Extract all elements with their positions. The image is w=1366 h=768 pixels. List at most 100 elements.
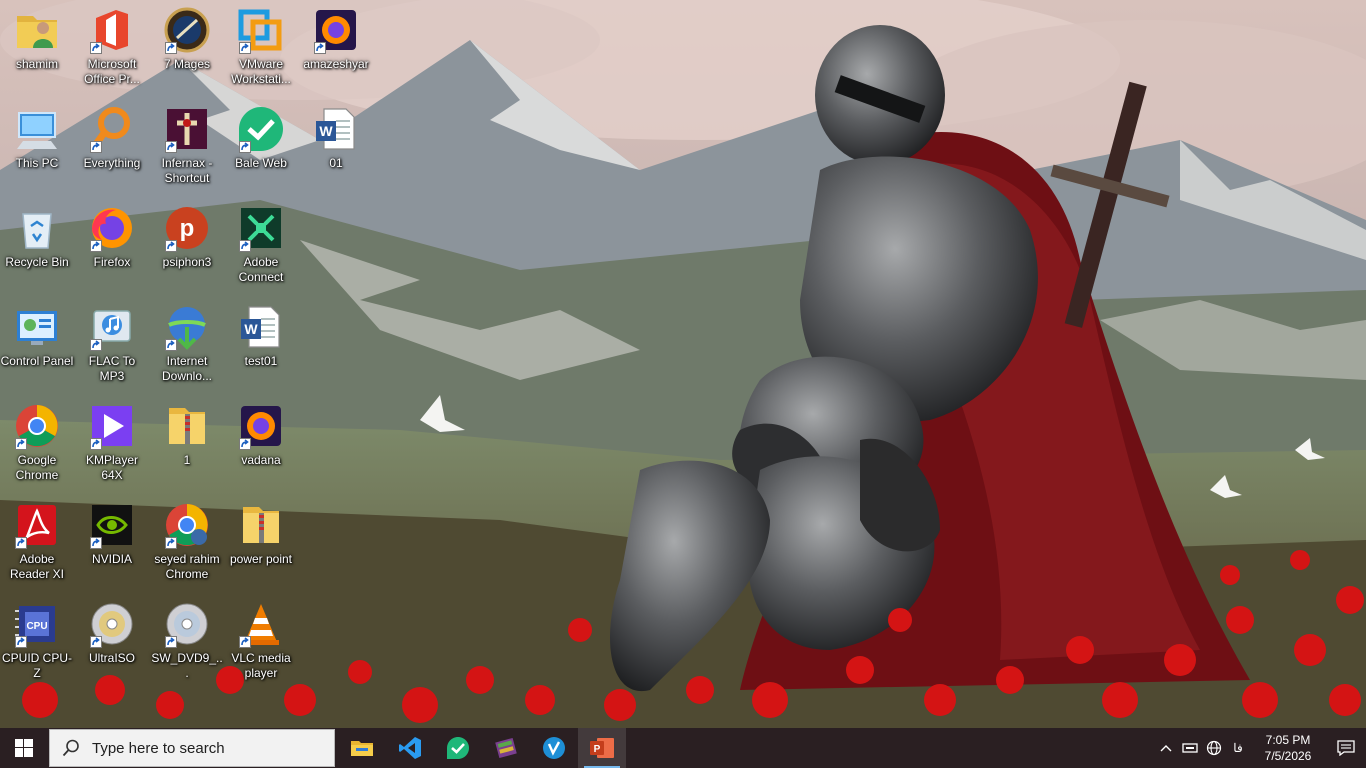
desktop-icon-label: VMware Workstati... xyxy=(231,57,291,86)
desktop-icon-label: Recycle Bin xyxy=(5,255,69,269)
taskbar-file-explorer[interactable] xyxy=(338,728,386,768)
desktop-icon-kmplayer-64x[interactable]: KMPlayer 64X xyxy=(75,396,149,492)
desktop-icon-1[interactable]: 1 xyxy=(150,396,224,492)
desktop: shamim This PC Recycle Bin Control Panel Goo… xyxy=(0,0,1366,728)
desktop-icon-seyed-rahim-chrome[interactable]: seyed rahim Chrome xyxy=(150,495,224,591)
desktop-icon-test01[interactable]: Wtest01 xyxy=(224,297,298,393)
chevron-up-icon xyxy=(1160,745,1172,752)
taskbar-v-app[interactable] xyxy=(530,728,578,768)
idm-icon xyxy=(163,303,211,351)
shortcut-arrow-icon xyxy=(239,240,251,252)
taskbar: Type here to search P فا 7:05 PM 7/5/202… xyxy=(0,728,1366,768)
show-hidden-icons-button[interactable] xyxy=(1154,728,1178,768)
desktop-icon-vmware-workstati[interactable]: VMware Workstati... xyxy=(224,0,298,96)
desktop-icon-label: 1 xyxy=(183,453,191,467)
desktop-icon-adobe-connect[interactable]: Adobe Connect xyxy=(224,198,298,294)
windows-logo-icon xyxy=(15,739,33,757)
search-icon xyxy=(62,739,79,757)
desktop-icon-label: Internet Downlo... xyxy=(161,354,213,383)
desktop-icon-sw-dvd9[interactable]: SW_DVD9_... xyxy=(150,594,224,690)
user-folder-icon xyxy=(13,6,61,54)
firefox-icon xyxy=(88,204,136,252)
disc-icon xyxy=(88,600,136,648)
desktop-icon-internet-downlo[interactable]: Internet Downlo... xyxy=(150,297,224,393)
shortcut-arrow-icon xyxy=(165,636,177,648)
game-7-mages-icon xyxy=(163,6,211,54)
taskbar-vscode[interactable] xyxy=(386,728,434,768)
infernax-icon xyxy=(163,105,211,153)
desktop-icon-shamim[interactable]: shamim xyxy=(0,0,74,96)
shortcut-arrow-icon xyxy=(90,240,102,252)
desktop-icon-label: 7 Mages xyxy=(163,57,211,71)
desktop-icon-cpuid-cpu-z[interactable]: CPU CPUID CPU-Z xyxy=(0,594,74,690)
desktop-icon-flac-to-mp3[interactable]: FLAC To MP3 xyxy=(75,297,149,393)
desktop-icon-control-panel[interactable]: Control Panel xyxy=(0,297,74,393)
cpuz-icon: CPU xyxy=(13,600,61,648)
office-icon xyxy=(88,6,136,54)
desktop-icon-vlc-media-player[interactable]: VLC media player xyxy=(224,594,298,690)
action-center-button[interactable] xyxy=(1326,728,1366,768)
psiphon-icon: p xyxy=(163,204,211,252)
search-placeholder: Type here to search xyxy=(92,739,225,757)
desktop-icon-recycle-bin[interactable]: Recycle Bin xyxy=(0,198,74,294)
desktop-icon-label: Adobe Reader XI xyxy=(9,552,65,581)
computer-icon xyxy=(13,105,61,153)
shortcut-arrow-icon xyxy=(239,42,251,54)
desktop-icon-everything[interactable]: Everything xyxy=(75,99,149,195)
vmware-icon xyxy=(237,6,285,54)
adobe-reader-icon xyxy=(13,501,61,549)
desktop-icon-nvidia[interactable]: NVIDIA xyxy=(75,495,149,591)
desktop-icon-label: seyed rahim Chrome xyxy=(154,552,220,581)
taskbar-winrar[interactable] xyxy=(482,728,530,768)
start-button[interactable] xyxy=(0,728,48,768)
network-tray-button[interactable] xyxy=(1178,728,1202,768)
internet-tray-button[interactable] xyxy=(1202,728,1226,768)
taskbar-clock[interactable]: 7:05 PM 7/5/2026 xyxy=(1250,732,1326,764)
vlc-icon xyxy=(237,600,285,648)
folder-icon xyxy=(351,741,373,756)
desktop-icon-label: Bale Web xyxy=(235,156,287,170)
desktop-icon-google-chrome[interactable]: Google Chrome xyxy=(0,396,74,492)
zip-folder-icon xyxy=(163,402,211,450)
word-document-icon: W xyxy=(237,303,285,351)
desktop-icon-this-pc[interactable]: This PC xyxy=(0,99,74,195)
desktop-icon-amazeshyar[interactable]: amazeshyar xyxy=(299,0,373,96)
taskbar-search-box[interactable]: Type here to search xyxy=(49,729,335,767)
input-language-indicator[interactable]: فا xyxy=(1226,741,1250,755)
desktop-icon-label: FLAC To MP3 xyxy=(88,354,136,383)
shortcut-arrow-icon xyxy=(239,636,251,648)
desktop-icon-adobe-reader-xi[interactable]: Adobe Reader XI xyxy=(0,495,74,591)
desktop-icon-ultraiso[interactable]: UltraISO xyxy=(75,594,149,690)
firefox-private-icon xyxy=(312,6,360,54)
desktop-icon-vadana[interactable]: vadana xyxy=(224,396,298,492)
flac-to-mp3-icon xyxy=(88,303,136,351)
desktop-icon-firefox[interactable]: Firefox xyxy=(75,198,149,294)
network-adapter-icon xyxy=(1182,743,1198,753)
desktop-icon-label: shamim xyxy=(15,57,58,71)
nvidia-icon xyxy=(88,501,136,549)
shortcut-arrow-icon xyxy=(165,42,177,54)
svg-text:W: W xyxy=(319,123,333,139)
taskbar-bale[interactable] xyxy=(434,728,482,768)
taskbar-powerpoint[interactable]: P xyxy=(578,728,626,768)
control-panel-icon xyxy=(13,303,61,351)
desktop-icon-label: SW_DVD9_... xyxy=(151,651,223,680)
desktop-icon-01[interactable]: W 01 xyxy=(299,99,373,195)
system-tray: فا 7:05 PM 7/5/2026 xyxy=(1154,728,1366,768)
desktop-icon-bale-web[interactable]: Bale Web xyxy=(224,99,298,195)
shortcut-arrow-icon xyxy=(15,636,27,648)
desktop-icon-microsoft-office-pr[interactable]: Microsoft Office Pr... xyxy=(75,0,149,96)
desktop-icon-7-mages[interactable]: 7 Mages xyxy=(150,0,224,96)
shortcut-arrow-icon xyxy=(90,438,102,450)
clock-date: 7/5/2026 xyxy=(1264,749,1312,763)
chrome-icon xyxy=(13,402,61,450)
desktop-icon-label: Infernax - Shortcut xyxy=(161,156,213,185)
desktop-icon-power-point[interactable]: power point xyxy=(224,495,298,591)
firefox-private-icon xyxy=(237,402,285,450)
vscode-icon xyxy=(399,737,421,759)
powerpoint-icon: P xyxy=(590,738,614,758)
desktop-icon-label: Everything xyxy=(83,156,141,170)
desktop-icon-psiphon3[interactable]: p psiphon3 xyxy=(150,198,224,294)
desktop-icon-infernax-shortcut[interactable]: Infernax - Shortcut xyxy=(150,99,224,195)
svg-text:p: p xyxy=(180,215,195,242)
